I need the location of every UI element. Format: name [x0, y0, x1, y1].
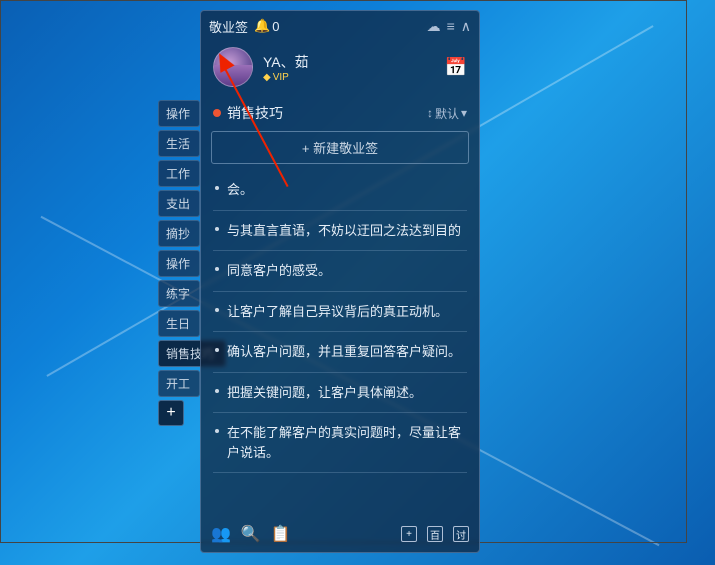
list-item[interactable]: 让客户了解自己异议背后的真正动机。 [213, 292, 467, 333]
add-square-button[interactable]: + [401, 526, 417, 542]
vip-badge: ◆ VIP [263, 72, 435, 83]
username: YA、茹 [263, 52, 435, 72]
list-item[interactable]: 把握关键问题，让客户具体阐述。 [213, 373, 467, 414]
side-tab[interactable]: 开工 [158, 370, 200, 397]
bottom-toolbar: 👥 🔍 📋 + 百 讨 [201, 516, 479, 552]
diamond-icon: ◆ [263, 72, 271, 83]
side-tab[interactable]: 操作 [158, 250, 200, 277]
side-tab[interactable]: 操作 [158, 100, 200, 127]
bell-icon: 🔔 [254, 18, 270, 34]
add-tab-button[interactable]: + [158, 400, 184, 426]
discuss-button[interactable]: 讨 [453, 526, 469, 542]
calendar-icon[interactable]: 📅 [445, 57, 467, 78]
side-tab[interactable]: 练字 [158, 280, 200, 307]
chevron-down-icon: ▾ [461, 106, 467, 120]
app-window: 敬业签 🔔 0 ☁ ≡ ∧ YA、茹 ◆ VIP 📅 销售技巧 ↕ 默认 ▾ [200, 10, 480, 553]
new-note-button[interactable]: + 新建敬业签 [211, 131, 469, 164]
list-item[interactable]: 与其直言直语，不妨以迂回之法达到目的 [213, 211, 467, 252]
calendar-list-icon[interactable]: 📋 [271, 524, 291, 544]
notifications-button[interactable]: 🔔 0 [254, 18, 279, 34]
side-tab[interactable]: 支出 [158, 190, 200, 217]
app-title: 敬业签 [209, 17, 248, 36]
profile-section: YA、茹 ◆ VIP 📅 [201, 41, 479, 97]
side-tab[interactable]: 生活 [158, 130, 200, 157]
cloud-sync-icon[interactable]: ☁ [427, 18, 441, 35]
side-tab[interactable]: 生日 [158, 310, 200, 337]
sort-icon: ↕ [427, 106, 433, 120]
menu-icon[interactable]: ≡ [447, 18, 455, 34]
search-icon[interactable]: 🔍 [241, 524, 261, 544]
titlebar: 敬业签 🔔 0 ☁ ≡ ∧ [201, 11, 479, 41]
list-item[interactable]: 在不能了解客户的真实问题时，尽量让客户说话。 [213, 413, 467, 473]
hundred-button[interactable]: 百 [427, 526, 443, 542]
status-dot-icon [213, 109, 221, 117]
side-tab[interactable]: 工作 [158, 160, 200, 187]
section-title: 销售技巧 [227, 103, 283, 123]
list-item[interactable]: 同意客户的感受。 [213, 251, 467, 292]
sort-button[interactable]: ↕ 默认 ▾ [427, 105, 467, 122]
chevron-up-icon[interactable]: ∧ [461, 18, 471, 35]
note-list: 会。 与其直言直语，不妨以迂回之法达到目的 同意客户的感受。 让客户了解自己异议… [201, 170, 479, 516]
side-tab[interactable]: 摘抄 [158, 220, 200, 247]
list-item[interactable]: 确认客户问题，并且重复回答客户疑问。 [213, 332, 467, 373]
list-item[interactable]: 会。 [213, 170, 467, 211]
members-icon[interactable]: 👥 [211, 524, 231, 544]
bell-count: 0 [272, 19, 279, 34]
